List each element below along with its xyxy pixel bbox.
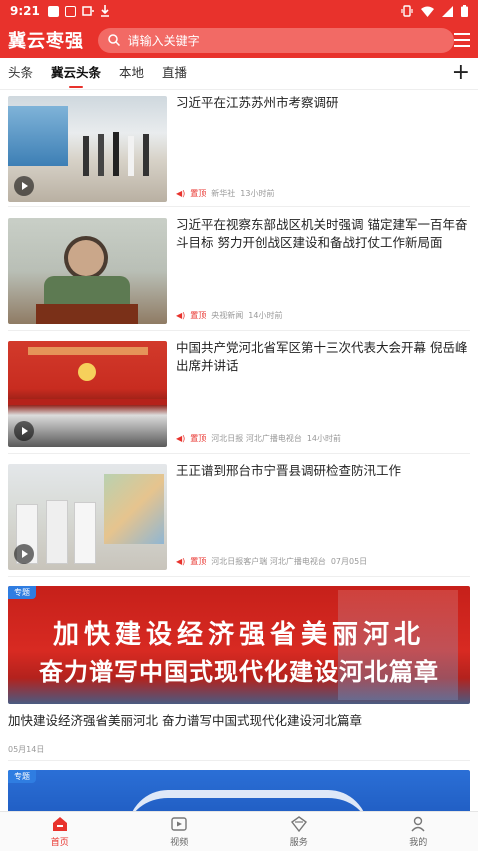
play-icon: [14, 176, 34, 196]
feature-title[interactable]: 加快建设经济强省美丽河北 奋力谱写中国式现代化建设河北篇章: [8, 710, 362, 729]
tab-toutiao[interactable]: 头条: [8, 58, 33, 90]
pinned-badge: 置顶: [190, 189, 207, 198]
news-thumbnail: [8, 96, 167, 202]
battery-icon: [461, 5, 468, 17]
home-icon: [52, 817, 67, 831]
news-time: 14小时前: [306, 434, 342, 443]
news-title: 王正谱到邢台市宁晋县调研检查防汛工作: [176, 463, 402, 478]
feature-tag: 专题: [8, 770, 36, 783]
tab-local[interactable]: 本地: [119, 58, 144, 90]
news-meta: ◀) 置顶 新华社 13小时前: [176, 188, 274, 199]
speaker-icon: ◀): [176, 557, 186, 566]
search-icon: [107, 34, 120, 46]
vibrate-icon: [401, 5, 413, 17]
wifi-icon: [421, 6, 434, 17]
banner-headline: 加快建设经济强省美丽河北: [52, 620, 425, 650]
nav-label: 服务: [289, 838, 308, 848]
tab-live[interactable]: 直播: [162, 58, 187, 90]
news-thumbnail: [8, 341, 167, 447]
service-icon: [290, 816, 307, 833]
download-icon: [100, 5, 109, 17]
channel-tabs: 头条 冀云头条 本地 直播 +: [0, 58, 478, 90]
profile-icon: [411, 816, 425, 832]
news-title: 中国共产党河北省军区第十三次代表大会开幕 倪岳峰出席并讲话: [176, 340, 468, 373]
news-title: 习近平在江苏苏州市考察调研: [176, 95, 339, 110]
notification-box-icon: [47, 5, 59, 17]
news-item[interactable]: 中国共产党河北省军区第十三次代表大会开幕 倪岳峰出席并讲话 ◀) 置顶 河北日报…: [8, 337, 470, 447]
news-thumbnail: [8, 218, 167, 324]
play-icon: [14, 421, 34, 441]
divider: [8, 206, 470, 207]
feature-banner-2[interactable]: 专题: [8, 770, 470, 811]
feature-date: 05月14日: [8, 745, 45, 754]
feature-banner[interactable]: 专题 加快建设经济强省美丽河北 奋力谱写中国式现代化建设河北篇章: [8, 586, 470, 704]
news-source: 河北日报客户端 河北广播电视台: [211, 557, 326, 566]
battery-saver-icon: [82, 6, 94, 16]
banner-subheadline: 奋力谱写中国式现代化建设河北篇章: [39, 657, 439, 686]
news-title: 习近平在视察东部战区机关时强调 锚定建军一百年奋斗目标 努力开创战区建设和备战打…: [176, 217, 468, 250]
news-time: 07月05日: [330, 557, 368, 566]
nav-service[interactable]: 服务: [239, 812, 359, 851]
app-screen: 9:21 冀云枣强 请输入关键字 头条 冀云头条 本地 直播 + 习近平在江苏苏…: [0, 0, 478, 851]
news-meta: ◀) 置顶 河北日报客户端 河北广播电视台 07月05日: [176, 556, 367, 567]
pinned-badge: 置顶: [190, 434, 207, 443]
news-source: 新华社: [211, 189, 236, 198]
nav-video[interactable]: 视频: [120, 812, 240, 851]
divider: [8, 576, 470, 577]
pinned-badge: 置顶: [190, 311, 207, 320]
nav-label: 视频: [170, 838, 189, 848]
add-channel-icon[interactable]: +: [452, 62, 470, 84]
menu-icon[interactable]: [454, 33, 470, 47]
news-time: 13小时前: [240, 189, 275, 198]
speaker-icon: ◀): [176, 311, 186, 320]
status-time: 9:21: [10, 4, 40, 18]
feature-tag: 专题: [8, 586, 36, 599]
video-icon: [171, 817, 187, 831]
app-logo[interactable]: 冀云枣强: [8, 27, 88, 53]
nav-label: 我的: [409, 838, 428, 848]
tab-jiyun-toutiao[interactable]: 冀云头条: [51, 58, 101, 90]
nav-home[interactable]: 首页: [0, 812, 120, 851]
divider: [8, 760, 470, 761]
search-input[interactable]: 请输入关键字: [97, 27, 455, 53]
news-item[interactable]: 习近平在视察东部战区机关时强调 锚定建军一百年奋斗目标 努力开创战区建设和备战打…: [8, 214, 470, 324]
pinned-badge: 置顶: [190, 557, 207, 566]
app-header: 冀云枣强 请输入关键字: [0, 22, 478, 58]
speaker-icon: ◀): [176, 189, 186, 198]
news-feed[interactable]: 习近平在江苏苏州市考察调研 ◀) 置顶 新华社 13小时前 习近平在视察东部战区…: [0, 90, 478, 811]
signal-icon: [442, 5, 453, 17]
news-source: 央视新闻: [211, 311, 244, 320]
search-placeholder: 请输入关键字: [127, 33, 200, 48]
nav-label: 首页: [50, 838, 69, 848]
news-thumbnail: [8, 464, 167, 570]
news-meta: ◀) 置顶 央视新闻 14小时前: [176, 310, 282, 321]
nav-profile[interactable]: 我的: [359, 812, 478, 851]
speaker-icon: ◀): [176, 434, 186, 443]
a-icon: [64, 5, 76, 17]
news-item[interactable]: 习近平在江苏苏州市考察调研 ◀) 置顶 新华社 13小时前: [8, 92, 470, 202]
news-item[interactable]: 王正谱到邢台市宁晋县调研检查防汛工作 ◀) 置顶 河北日报客户端 河北广播电视台…: [8, 460, 470, 570]
news-meta: ◀) 置顶 河北日报 河北广播电视台 14小时前: [176, 433, 341, 444]
play-icon: [14, 544, 34, 564]
news-source: 河北日报 河北广播电视台: [211, 434, 302, 443]
news-time: 14小时前: [248, 311, 283, 320]
divider: [8, 453, 470, 454]
bottom-nav: 首页 视频 服务 我的: [0, 811, 478, 851]
divider: [8, 330, 470, 331]
status-bar: 9:21: [0, 0, 478, 22]
